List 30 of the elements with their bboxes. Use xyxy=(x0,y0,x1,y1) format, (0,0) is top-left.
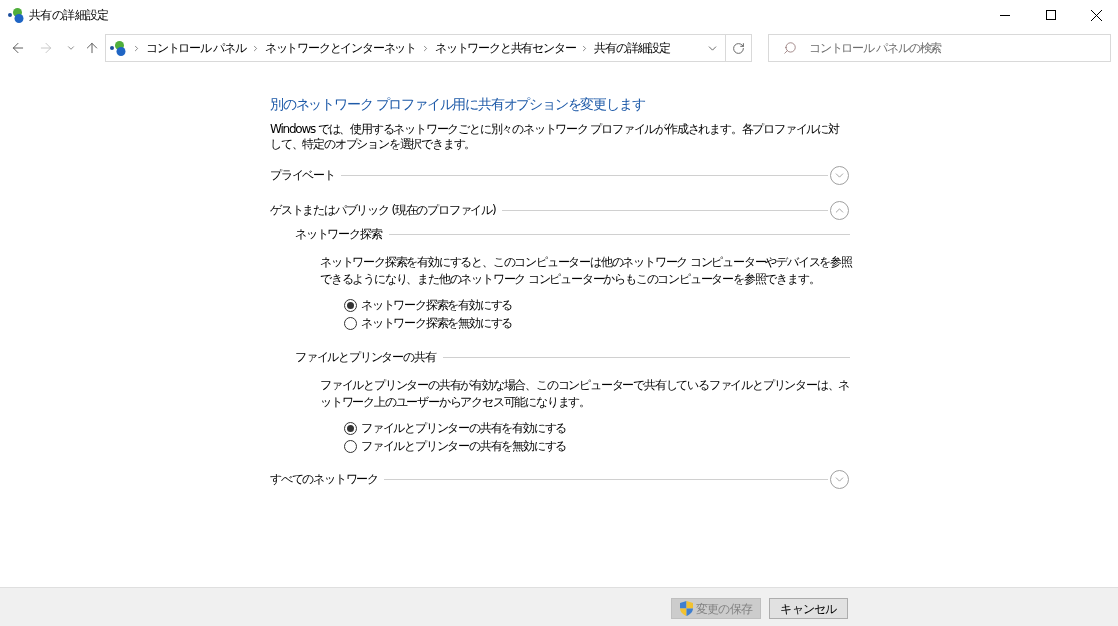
breadcrumb[interactable]: 共有の詳細設定 xyxy=(594,39,671,57)
profile-header[interactable]: ゲストまたはパブリック (現在のプロファイル) xyxy=(270,201,496,219)
radio-option[interactable]: ファイルとプリンターの共有を有効にする xyxy=(344,419,567,437)
section-heading: ファイルとプリンターの共有 xyxy=(295,349,436,366)
network-icon xyxy=(110,40,126,56)
search-icon xyxy=(783,41,797,55)
section-description: ファイルとプリンターの共有が有効な場合、このコンピューターで共有しているファイルとプリンターは、ネットワーク上のユーザーからアクセス可能になります。 xyxy=(320,377,851,411)
page-description: Windows では、使用するネットワークごとに別々のネットワーク プロファイルが作成されます。各プロファイルに対して、特定のオプションを選択できます。 xyxy=(270,122,840,152)
breadcrumb[interactable]: ネットワークと共有センター xyxy=(435,39,576,57)
refresh-icon xyxy=(732,41,745,55)
profile-header[interactable]: すべてのネットワーク xyxy=(270,470,378,488)
search-field[interactable]: コントロール パネルの検索 xyxy=(768,34,1111,62)
profile-header[interactable]: プライベート xyxy=(270,166,335,184)
close-icon xyxy=(1090,9,1102,21)
chevron-down-icon xyxy=(66,43,76,53)
radio-option[interactable]: ネットワーク探索を有効にする xyxy=(344,296,513,314)
minimize-icon xyxy=(1000,14,1010,16)
section-heading: ネットワーク探索 xyxy=(295,226,382,243)
cancel-button[interactable]: キャンセル xyxy=(769,598,848,619)
chevron-right-icon xyxy=(132,43,141,53)
radio-option[interactable]: ファイルとプリンターの共有を無効にする xyxy=(344,437,567,455)
page-heading: 別のネットワーク プロファイル用に共有オプションを変更します xyxy=(270,95,645,114)
maximize-icon xyxy=(1046,10,1056,20)
breadcrumb[interactable]: コントロール パネル xyxy=(146,39,246,57)
radio-option[interactable]: ネットワーク探索を無効にする xyxy=(344,314,513,332)
shield-icon xyxy=(680,601,693,616)
network-icon xyxy=(8,7,24,23)
breadcrumb[interactable]: ネットワークとインターネット xyxy=(264,39,417,57)
section-description: ネットワーク探索を有効にすると、このコンピューターは他のネットワーク コンピューターやデバイスを参照できるようになり、また他のネットワーク コンピューターからもこのコンピューターを参照できます。 xyxy=(320,254,852,288)
window-title: 共有の詳細設定 xyxy=(29,7,109,24)
